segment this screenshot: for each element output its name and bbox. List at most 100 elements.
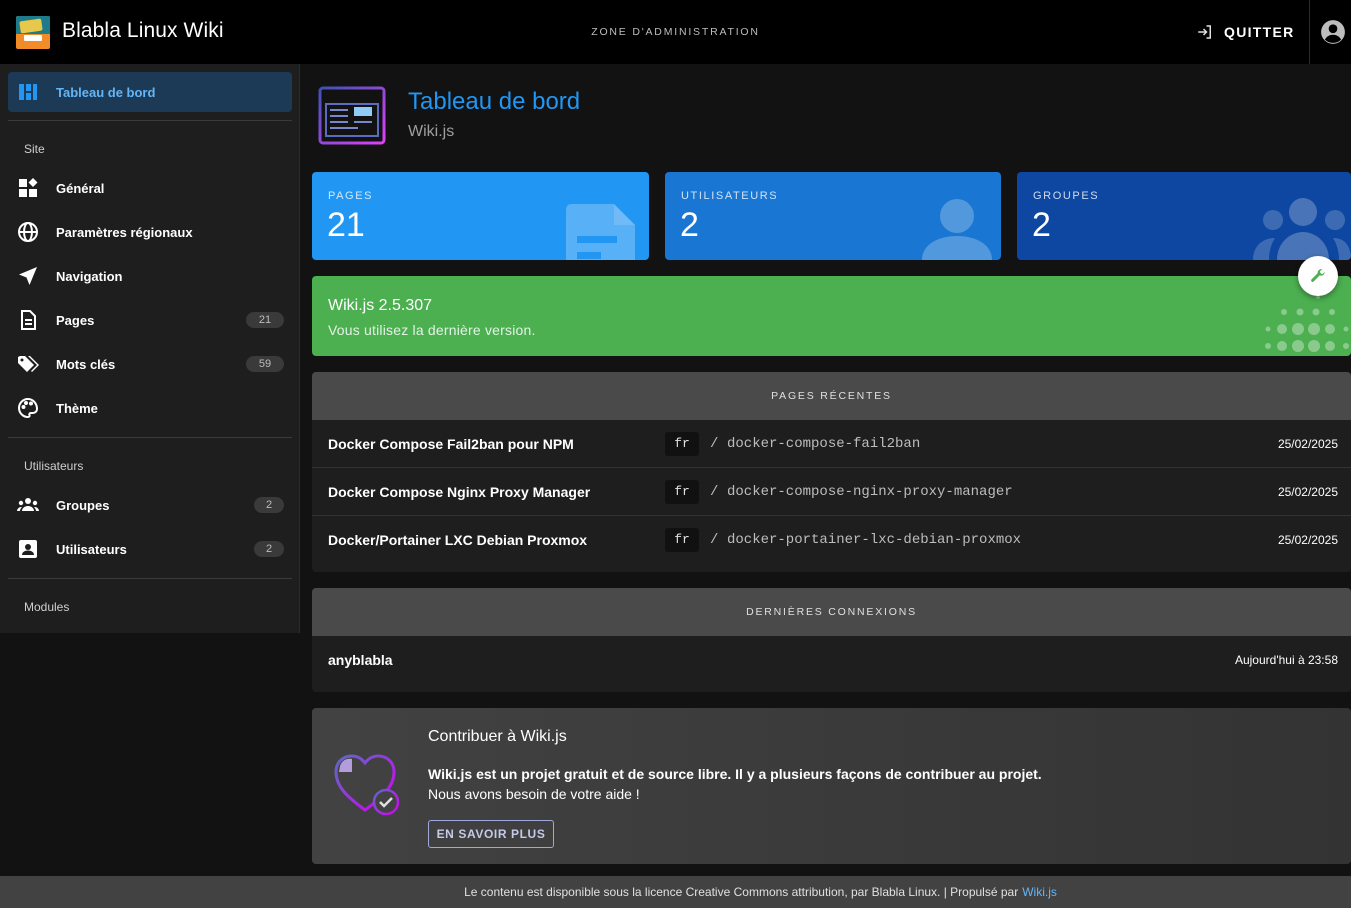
dashboard-browser-icon	[318, 86, 386, 145]
users-count-badge: 2	[254, 541, 284, 557]
dashboard-icon	[19, 84, 37, 100]
stat-card-groups[interactable]: GROUPES 2	[1017, 172, 1351, 260]
page-title-link[interactable]: Docker/Portainer LXC Debian Proxmox	[328, 532, 587, 548]
sidebar-divider	[8, 578, 292, 579]
page-path: docker-compose-fail2ban	[727, 436, 921, 452]
sidebar-subheader-users: Utilisateurs	[24, 459, 84, 473]
footer-license-text: Le contenu est disponible sous la licenc…	[464, 885, 1019, 899]
quit-label: QUITTER	[1224, 24, 1295, 40]
contribute-title: Contribuer à Wiki.js	[428, 728, 567, 745]
account-icon[interactable]	[1320, 19, 1346, 45]
sidebar-item-locale[interactable]: Paramètres régionaux	[8, 212, 292, 252]
page-date: 25/02/2025	[1277, 485, 1338, 499]
path-separator: /	[710, 436, 719, 452]
admin-zone-label: ZONE D'ADMINISTRATION	[591, 26, 760, 38]
widgets-icon	[19, 178, 38, 197]
table-row[interactable]: anyblabla Aujourd'hui à 23:58	[312, 636, 1351, 684]
navigation-icon	[19, 267, 37, 285]
page-icon	[21, 310, 36, 330]
page-subtitle: Wiki.js	[408, 123, 455, 140]
path-separator: /	[710, 484, 719, 500]
sidebar-item-navigation[interactable]: Navigation	[8, 256, 292, 296]
palette-icon	[18, 397, 39, 419]
groups-icon	[1253, 198, 1351, 260]
contribute-card: Contribuer à Wiki.js Wiki.js est un proj…	[312, 708, 1351, 864]
last-logins-panel: DERNIÈRES CONNEXIONS anyblabla Aujourd'h…	[312, 588, 1351, 692]
sidebar-item-label: Groupes	[56, 497, 110, 513]
stat-caption: UTILISATEURS	[681, 190, 779, 202]
sidebar-item-label: Thème	[56, 400, 98, 416]
footer: Le contenu est disponible sous la licenc…	[0, 876, 1351, 908]
sidebar-divider	[8, 120, 292, 121]
stat-value: 2	[1032, 206, 1051, 244]
sidebar-item-label: Général	[56, 180, 105, 196]
header-divider	[1309, 0, 1310, 64]
sidebar-item-label: Navigation	[56, 268, 123, 284]
tags-icon	[18, 356, 39, 372]
stat-caption: GROUPES	[1033, 190, 1100, 202]
learn-more-button[interactable]: EN SAVOIR PLUS	[428, 820, 554, 848]
table-row[interactable]: Docker Compose Fail2ban pour NPM fr / do…	[312, 420, 1351, 468]
table-row[interactable]: Docker Compose Nginx Proxy Manager fr / …	[312, 468, 1351, 516]
page-path: docker-portainer-lxc-debian-proxmox	[727, 532, 1022, 548]
sidebar-divider	[8, 437, 292, 438]
stat-caption: PAGES	[328, 190, 374, 202]
version-status: Vous utilisez la dernière version.	[328, 322, 536, 338]
sidebar-item-tags[interactable]: Mots clés 59	[8, 344, 292, 384]
page-title: Tableau de bord	[408, 88, 581, 115]
locale-chip: fr	[665, 528, 699, 552]
page-date: 25/02/2025	[1277, 437, 1338, 451]
top-app-bar: Blabla Linux Wiki ZONE D'ADMINISTRATION …	[0, 0, 1351, 64]
globe-icon	[18, 222, 38, 242]
sidebar-item-general[interactable]: Général	[8, 168, 292, 208]
person-icon	[922, 199, 992, 260]
login-user[interactable]: anyblabla	[328, 652, 393, 668]
sidebar-item-pages[interactable]: Pages 21	[8, 300, 292, 340]
dots-decoration-icon	[1265, 295, 1349, 352]
sidebar-subheader-site: Site	[24, 142, 45, 156]
sidebar-item-theme[interactable]: Thème	[8, 388, 292, 428]
account-box-icon	[19, 540, 37, 558]
version-status-card: Wiki.js 2.5.307 Vous utilisez la dernièr…	[312, 276, 1351, 356]
footer-wikijs-link[interactable]: Wiki.js	[1022, 885, 1057, 899]
sidebar-subheader-modules: Modules	[24, 600, 70, 614]
last-logins-header: DERNIÈRES CONNEXIONS	[312, 588, 1351, 636]
page-path: docker-compose-nginx-proxy-manager	[727, 484, 1013, 500]
stat-card-users[interactable]: UTILISATEURS 2	[665, 172, 1001, 260]
sidebar-item-label: Paramètres régionaux	[56, 224, 193, 240]
recent-pages-header: PAGES RÉCENTES	[312, 372, 1351, 420]
recent-pages-panel: PAGES RÉCENTES Docker Compose Fail2ban p…	[312, 372, 1351, 572]
sidebar-item-label: Pages	[56, 312, 95, 328]
path-separator: /	[710, 532, 719, 548]
sidebar-item-users[interactable]: Utilisateurs 2	[8, 529, 292, 569]
page-title-link[interactable]: Docker Compose Nginx Proxy Manager	[328, 484, 590, 500]
admin-sidebar: Tableau de bord Site Général Paramètres …	[0, 64, 300, 633]
stat-value: 2	[680, 206, 699, 244]
sidebar-item-label: Mots clés	[56, 356, 116, 372]
page-date: 25/02/2025	[1277, 533, 1338, 547]
page-title-link[interactable]: Docker Compose Fail2ban pour NPM	[328, 436, 574, 452]
exit-icon	[1198, 25, 1211, 39]
groups-count-badge: 2	[254, 497, 284, 513]
wrench-icon	[1311, 269, 1325, 282]
page-icon	[566, 204, 635, 260]
stat-card-pages[interactable]: PAGES 21	[312, 172, 649, 260]
stat-value: 21	[327, 206, 365, 244]
pages-count-badge: 21	[246, 312, 284, 328]
table-row[interactable]: Docker/Portainer LXC Debian Proxmox fr /…	[312, 516, 1351, 564]
tags-count-badge: 59	[246, 356, 284, 372]
quit-button[interactable]: QUITTER	[1196, 18, 1295, 46]
sidebar-item-dashboard[interactable]: Tableau de bord	[8, 72, 292, 112]
sidebar-item-groups[interactable]: Groupes 2	[8, 485, 292, 525]
version-name: Wiki.js 2.5.307	[328, 297, 433, 314]
sidebar-item-label: Tableau de bord	[56, 84, 156, 100]
login-time: Aujourd'hui à 23:58	[1234, 653, 1338, 667]
locale-chip: fr	[665, 480, 699, 504]
sidebar-item-label: Utilisateurs	[56, 541, 127, 557]
settings-fab-button[interactable]	[1298, 256, 1338, 296]
contribute-description: Wiki.js est un projet gratuit et de sour…	[428, 766, 1042, 782]
groups-icon	[17, 498, 39, 511]
contribute-help-text: Nous avons besoin de votre aide !	[428, 786, 640, 802]
locale-chip: fr	[665, 432, 699, 456]
heart-check-icon	[334, 754, 400, 816]
